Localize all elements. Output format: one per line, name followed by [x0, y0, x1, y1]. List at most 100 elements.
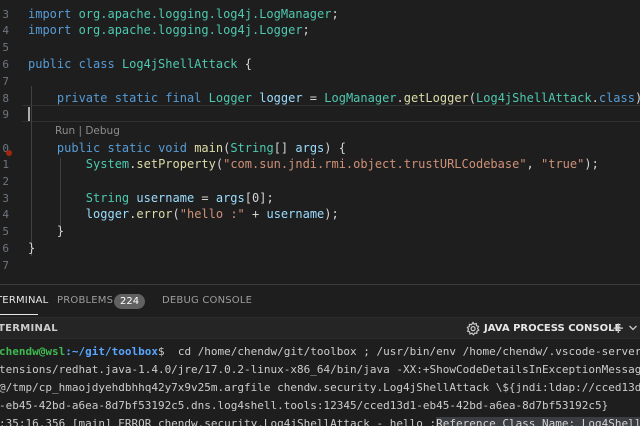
code-token: Logger [208, 91, 260, 105]
code-token: args [215, 191, 245, 205]
code-token: main [194, 141, 224, 155]
text-cursor [28, 107, 30, 121]
codelens-run-debug[interactable]: Run | Debug [55, 124, 120, 138]
code-line-12[interactable]: 2 [0, 173, 640, 190]
code-token: String [230, 141, 274, 155]
code-token: class [598, 91, 635, 105]
line-number: 9 [2, 108, 9, 121]
line-number: 6 [2, 242, 9, 255]
plus-icon[interactable]: + [612, 319, 625, 337]
code-line-9[interactable]: 9 [0, 106, 640, 123]
code-token: username [136, 191, 195, 205]
code-line-8[interactable]: 8 private static final Logger logger = L… [0, 90, 640, 107]
code-text: import org.apache.logging.log4j.LogManag… [28, 6, 339, 23]
code-text: } [28, 240, 35, 257]
breakpoint-icon[interactable] [6, 150, 12, 156]
code-token: Log4jShellAttack [476, 91, 592, 105]
line-number: 8 [2, 92, 9, 105]
code-token: [] [273, 141, 296, 155]
active-tab-indicator [0, 314, 38, 315]
code-text: String username = args[0]; [28, 190, 274, 207]
java-process-console-tab[interactable]: JAVA PROCESS CONSOLE [484, 321, 621, 337]
code-token: );; [635, 91, 640, 105]
prompt-command: $ cd /home/chendw/git/toolbox ; /usr/bin… [157, 345, 640, 358]
code-token: + [244, 207, 267, 221]
code-token: public [28, 141, 108, 155]
code-token: class [78, 57, 122, 71]
code-text: System.setProperty("com.sun.jndi.rmi.obj… [28, 156, 599, 173]
code-token: org.apache.logging.log4j.LogManager [78, 7, 332, 21]
tab-terminal[interactable]: TERMINAL [0, 293, 48, 309]
code-text: logger.error("hello :" + username); [28, 206, 339, 223]
code-token: org.apache.logging.log4j.Logger [78, 23, 303, 37]
terminal-error-line: :35:16.356 [main] ERROR chendw.security.… [0, 415, 640, 426]
code-line-16[interactable]: 6} [0, 240, 640, 257]
code-token: static [114, 91, 166, 105]
code-token: static [107, 141, 159, 155]
debug-console-icon[interactable] [465, 321, 481, 337]
code-token: "com.sun.jndi.rmi.object.trustURLCodebas… [223, 157, 527, 171]
code-line-14[interactable]: 4 logger.error("hello :" + username); [0, 206, 640, 223]
code-token: . [591, 91, 599, 105]
line-number: 7 [2, 75, 9, 88]
terminal-header: TERMINAL JAVA PROCESS CONSOLE + [0, 317, 640, 339]
code-line-4[interactable]: 4 import org.apache.logging.log4j.Logger; [0, 22, 640, 39]
code-token: setProperty [136, 157, 216, 171]
line-number: 3 [2, 8, 9, 21]
line-number: 1 [2, 158, 9, 171]
code-line-5[interactable]: 5 [0, 39, 640, 56]
code-line-7[interactable]: 7 [0, 73, 640, 90]
selected-text-highlight: Reference Class Name: Log4Shell [436, 417, 640, 426]
code-line-11[interactable]: 1 System.setProperty("com.sun.jndi.rmi.o… [0, 156, 640, 173]
code-line-3[interactable]: 3 import org.apache.logging.log4j.LogMana… [0, 6, 640, 23]
terminal-title: TERMINAL [0, 323, 58, 334]
code-token: ( [172, 207, 180, 221]
code-token: args [295, 141, 325, 155]
log-error-text: :35:16.356 [main] ERROR chendw.security.… [0, 417, 437, 426]
code-line-6[interactable]: 6 public class Log4jShellAttack { [0, 56, 640, 73]
tab-debug-console[interactable]: DEBUG CONSOLE [162, 293, 252, 309]
code-text: private static final Logger logger = Log… [28, 90, 640, 107]
line-number: 2 [2, 175, 9, 188]
code-token: } [28, 241, 36, 255]
chevron-down-icon[interactable] [628, 323, 638, 333]
code-line-13[interactable]: 3 String username = args[0]; [0, 190, 640, 207]
code-token: } [28, 224, 65, 238]
code-token: Log4jShellAttack [121, 57, 238, 71]
line-number: 3 [2, 192, 9, 205]
code-token: ; [331, 7, 339, 21]
code-token: public [28, 57, 79, 71]
terminal-output-line: tensions/redhat.java-1.4.0/jre/17.0.2-li… [0, 363, 640, 376]
terminal-command-line: chendw@wsl:~/git/toolbox$ cd /home/chend… [0, 343, 640, 361]
code-token: final [165, 91, 209, 105]
line-number: 4 [2, 24, 9, 37]
code-text: } [28, 223, 64, 240]
tab-problems[interactable]: PROBLEMS [57, 293, 113, 309]
code-text: public class Log4jShellAttack { [28, 56, 252, 73]
terminal-output-line: -eb45-42bd-a6ea-8d7bf53192c5.dns.log4she… [0, 399, 609, 412]
prompt-path: :~/git/toolbox [65, 345, 158, 358]
code-line-17[interactable]: 7 [0, 257, 640, 274]
bottom-panel: TERMINAL PROBLEMS 224 DEBUG CONSOLE TERM… [0, 284, 640, 426]
code-line-15[interactable]: 5 } [0, 223, 640, 240]
code-token: "true" [541, 157, 585, 171]
code-token: , [526, 157, 541, 171]
code-text: public static void main(String[] args) { [28, 140, 346, 157]
terminal-output[interactable]: chendw@wsl:~/git/toolbox$ cd /home/chend… [0, 343, 640, 426]
line-number: 6 [2, 58, 9, 71]
code-token: username [266, 207, 325, 221]
code-token: import [28, 7, 79, 21]
code-token: getLogger [403, 91, 469, 105]
code-editor[interactable]: 3 import org.apache.logging.log4j.LogMana… [0, 0, 640, 284]
terminal-output-line: @/tmp/cp_hmaojdyehdbhhq42y7x9v25m.argfil… [0, 381, 640, 394]
code-token: private [28, 91, 115, 105]
code-token: ( [468, 91, 477, 105]
code-token: { [237, 57, 252, 71]
code-token: logger [259, 91, 303, 105]
code-token: void [158, 141, 195, 155]
code-token: import [28, 23, 79, 37]
line-number: 7 [2, 259, 9, 272]
code-token: LogManager [324, 91, 397, 105]
code-line-10[interactable]: 0 public static void main(String[] args)… [0, 140, 640, 157]
code-token: "hello :" [179, 207, 245, 221]
